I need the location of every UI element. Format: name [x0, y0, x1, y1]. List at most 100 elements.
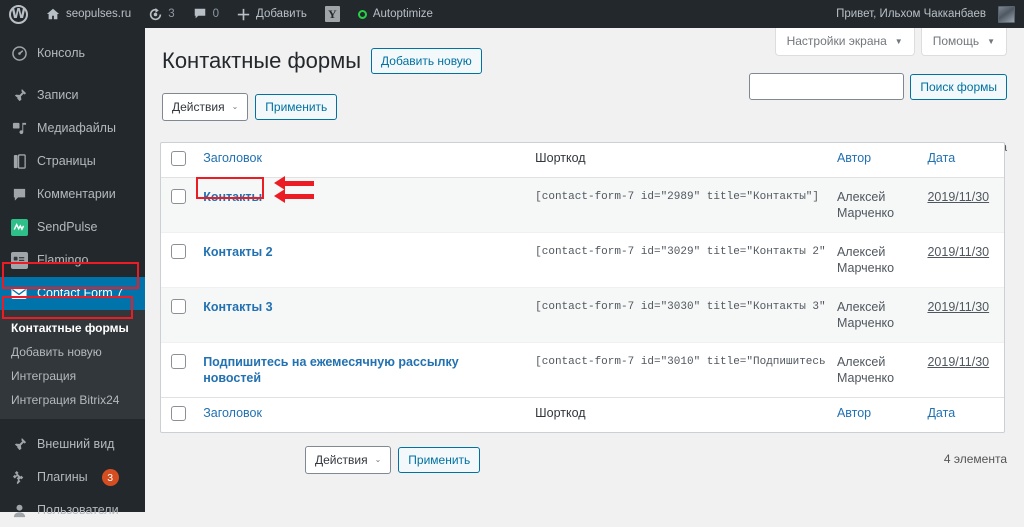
- sidebar-item-label: SendPulse: [37, 220, 98, 235]
- sidebar-item-users[interactable]: Пользователи: [0, 494, 145, 527]
- submenu-item-integration[interactable]: Интеграция: [0, 364, 145, 388]
- search-input[interactable]: [749, 73, 905, 100]
- items-count-bottom: 4 элемента: [943, 452, 1007, 466]
- column-footer-date[interactable]: Дата: [917, 397, 1004, 432]
- pin-icon: [10, 87, 28, 105]
- flamingo-icon: [10, 252, 28, 270]
- row-title-link[interactable]: Контакты 3: [203, 300, 272, 314]
- new-content-menu[interactable]: Добавить: [228, 0, 316, 28]
- autoptimize-circle-icon: [357, 9, 367, 19]
- help-button[interactable]: Помощь ▼: [920, 28, 1007, 56]
- column-footer-author[interactable]: Автор: [826, 397, 918, 432]
- comments-menu[interactable]: 0: [184, 0, 228, 28]
- submenu-item-integration-bitrix24[interactable]: Интеграция Bitrix24: [0, 388, 145, 412]
- search-submit-button[interactable]: Поиск формы: [910, 73, 1007, 100]
- row-title-cell: Контакты 2: [193, 232, 526, 287]
- row-title-link[interactable]: Контакты 2: [203, 245, 272, 259]
- dashboard-icon: [10, 45, 28, 63]
- column-header-date[interactable]: Дата: [917, 143, 1004, 178]
- sidebar-item-sendpulse[interactable]: SendPulse: [0, 211, 145, 244]
- row-shortcode[interactable]: [contact-form-7 id="3010" title="Подпиши…: [525, 342, 827, 397]
- row-checkbox[interactable]: [171, 354, 186, 369]
- apply-button-top[interactable]: Применить: [255, 94, 338, 120]
- select-all-checkbox-bottom[interactable]: [171, 406, 186, 421]
- row-checkbox[interactable]: [171, 299, 186, 314]
- row-date-link[interactable]: 2019/11/30: [927, 300, 989, 314]
- row-author: Алексей Марченко: [826, 232, 918, 287]
- sidebar-item-appearance[interactable]: Внешний вид: [0, 428, 145, 461]
- row-shortcode[interactable]: [contact-form-7 id="2989" title="Контакт…: [525, 178, 827, 232]
- contact-form-7-submenu: Контактные формы Добавить новую Интеграц…: [0, 310, 145, 419]
- sidebar-item-media[interactable]: Медиафайлы: [0, 112, 145, 145]
- row-shortcode[interactable]: [contact-form-7 id="3030" title="Контакт…: [525, 287, 827, 342]
- select-all-footer: [161, 397, 194, 432]
- submenu-item-add-new[interactable]: Добавить новую: [0, 340, 145, 364]
- sidebar-item-plugins[interactable]: Плагины 3: [0, 461, 145, 494]
- screen-options-button[interactable]: Настройки экрана ▼: [774, 28, 915, 56]
- sidebar-item-label: Консоль: [37, 46, 86, 61]
- select-all-checkbox-top[interactable]: [171, 151, 186, 166]
- column-header-author-label: Автор: [836, 151, 872, 165]
- autoptimize-menu[interactable]: Autoptimize: [349, 0, 442, 28]
- table-row: Контакты [contact-form-7 id="2989" title…: [161, 178, 1004, 232]
- column-header-title[interactable]: Заголовок: [193, 143, 526, 178]
- table-row: Подпишитесь на ежемесячную рассылку ново…: [161, 342, 1004, 397]
- select-all-header: [161, 143, 194, 178]
- apply-button-bottom[interactable]: Применить: [398, 447, 481, 473]
- bulk-action-select-bottom[interactable]: Действия ⌄: [305, 446, 392, 474]
- row-date-link[interactable]: 2019/11/30: [927, 355, 989, 369]
- row-checkbox[interactable]: [171, 189, 186, 204]
- table-footer-row: Заголовок Шорткод Автор Дата: [161, 397, 1004, 432]
- column-footer-title[interactable]: Заголовок: [193, 397, 526, 432]
- sidebar-item-label: Медиафайлы: [37, 121, 116, 136]
- plus-icon: [237, 8, 250, 21]
- sidebar-item-label: Страницы: [37, 154, 96, 169]
- table-row: Контакты 3 [contact-form-7 id="3030" tit…: [161, 287, 1004, 342]
- admin-sidebar: Консоль Записи Медиафайлы Страницы Комме…: [0, 28, 153, 518]
- sidebar-item-label: Плагины: [37, 470, 88, 485]
- wordpress-logo-menu[interactable]: W: [0, 0, 37, 28]
- admin-bar: W seopulses.ru 3 0 Добавить Y Autoptimiz…: [0, 0, 1024, 28]
- row-checkbox[interactable]: [171, 244, 186, 259]
- site-name-menu[interactable]: seopulses.ru: [37, 0, 140, 28]
- column-footer-shortcode: Шорткод: [525, 397, 827, 432]
- row-shortcode[interactable]: [contact-form-7 id="3029" title="Контакт…: [525, 232, 827, 287]
- plugins-update-badge: 3: [101, 469, 119, 486]
- sidebar-item-posts[interactable]: Записи: [0, 79, 145, 112]
- tablenav-bottom: Действия ⌄ Применить: [305, 446, 481, 474]
- submenu-item-contact-forms[interactable]: Контактные формы: [0, 316, 145, 340]
- sidebar-item-pages[interactable]: Страницы: [0, 145, 145, 178]
- sidebar-item-label: Комментарии: [37, 187, 116, 202]
- row-title-link[interactable]: Контакты: [203, 190, 262, 204]
- bulk-action-select-top[interactable]: Действия ⌄: [162, 93, 249, 121]
- table-foot: Заголовок Шорткод Автор Дата: [161, 397, 1004, 432]
- search-box: Поиск формы: [749, 73, 1007, 100]
- row-title-link[interactable]: Подпишитесь на ежемесячную рассылку ново…: [203, 355, 459, 385]
- row-date-link[interactable]: 2019/11/30: [927, 245, 989, 259]
- media-icon: [10, 120, 28, 138]
- column-header-shortcode-label: Шорткод: [535, 151, 586, 165]
- menu-gap: [0, 419, 145, 428]
- column-header-author[interactable]: Автор: [826, 143, 918, 178]
- my-account-menu[interactable]: Привет, Ильхом Чакканбаев: [827, 0, 1024, 28]
- updates-menu[interactable]: 3: [140, 0, 183, 28]
- avatar: [998, 5, 1015, 23]
- add-new-button[interactable]: Добавить новую: [371, 48, 482, 74]
- sidebar-item-contact-form-7[interactable]: Contact Form 7: [0, 277, 153, 310]
- column-header-shortcode: Шорткод: [525, 143, 827, 178]
- column-header-date-label: Дата: [927, 151, 956, 165]
- comments-icon: [10, 186, 28, 204]
- sidebar-item-flamingo[interactable]: Flamingo: [0, 244, 145, 277]
- site-name-label: seopulses.ru: [66, 8, 132, 20]
- row-title-cell: Подпишитесь на ежемесячную рассылку ново…: [193, 342, 526, 397]
- row-author: Алексей Марченко: [826, 342, 918, 397]
- row-date-link[interactable]: 2019/11/30: [927, 190, 989, 204]
- yoast-seo-menu[interactable]: Y: [316, 0, 349, 28]
- menu-top-gap: [0, 28, 145, 37]
- row-title-cell: Контакты: [193, 178, 526, 232]
- sidebar-item-label: Contact Form 7: [37, 286, 124, 301]
- sidebar-item-comments[interactable]: Комментарии: [0, 178, 145, 211]
- annotation-arrow-2: [274, 189, 314, 203]
- sidebar-item-dashboard[interactable]: Консоль: [0, 37, 145, 70]
- users-icon: [10, 502, 28, 520]
